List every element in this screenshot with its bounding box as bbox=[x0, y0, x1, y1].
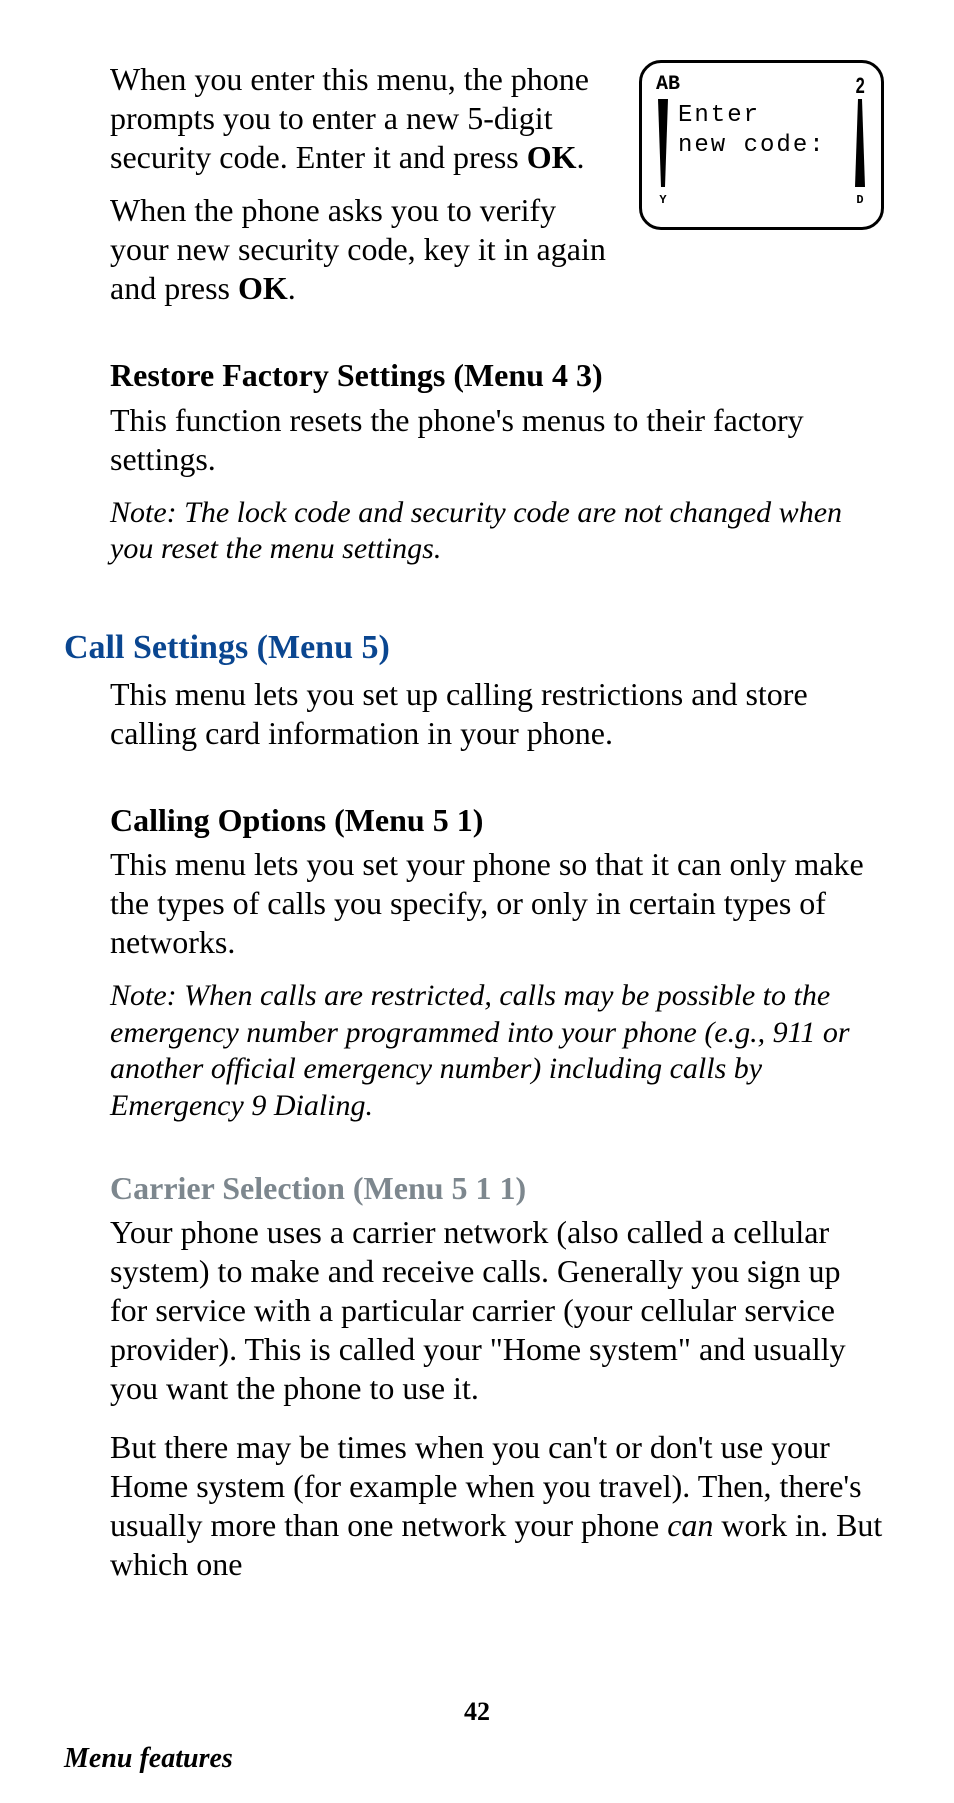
footer-section-label: Menu features bbox=[64, 1743, 233, 1775]
heading-carrier-selection: Carrier Selection (Menu 5 1 1) bbox=[110, 1169, 884, 1207]
phone-screen-illustration: AB 2 Y Enter new code: D bbox=[639, 60, 884, 230]
page-number: 42 bbox=[0, 1697, 954, 1727]
paragraph-carrier-desc: Your phone uses a carrier network (also … bbox=[110, 1213, 884, 1408]
heading-calling-options: Calling Options (Menu 5 1) bbox=[110, 801, 884, 839]
phone-mode-indicator: AB bbox=[656, 75, 680, 95]
signal-right-label: D bbox=[856, 193, 863, 207]
phone-prompt-text: Enter new code: bbox=[670, 99, 853, 209]
note-lock-code: Note: The lock code and security code ar… bbox=[110, 495, 884, 568]
phone-signal-number: 2 bbox=[855, 75, 865, 97]
signal-bar-right-icon: D bbox=[853, 99, 867, 209]
heading-restore-factory: Restore Factory Settings (Menu 4 3) bbox=[110, 356, 884, 394]
paragraph-carrier-cont: But there may be times when you can't or… bbox=[110, 1428, 884, 1584]
paragraph-call-settings-desc: This menu lets you set up calling restri… bbox=[110, 675, 884, 753]
paragraph-restore-desc: This function resets the phone's menus t… bbox=[110, 401, 884, 479]
signal-bar-left-icon: Y bbox=[656, 99, 670, 209]
document-page: AB 2 Y Enter new code: D bbox=[0, 0, 954, 1624]
paragraph-calling-options-desc: This menu lets you set your phone so tha… bbox=[110, 845, 884, 962]
heading-call-settings: Call Settings (Menu 5) bbox=[64, 628, 884, 669]
note-emergency-calls: Note: When calls are restricted, calls m… bbox=[110, 978, 884, 1124]
signal-left-label: Y bbox=[659, 193, 666, 207]
